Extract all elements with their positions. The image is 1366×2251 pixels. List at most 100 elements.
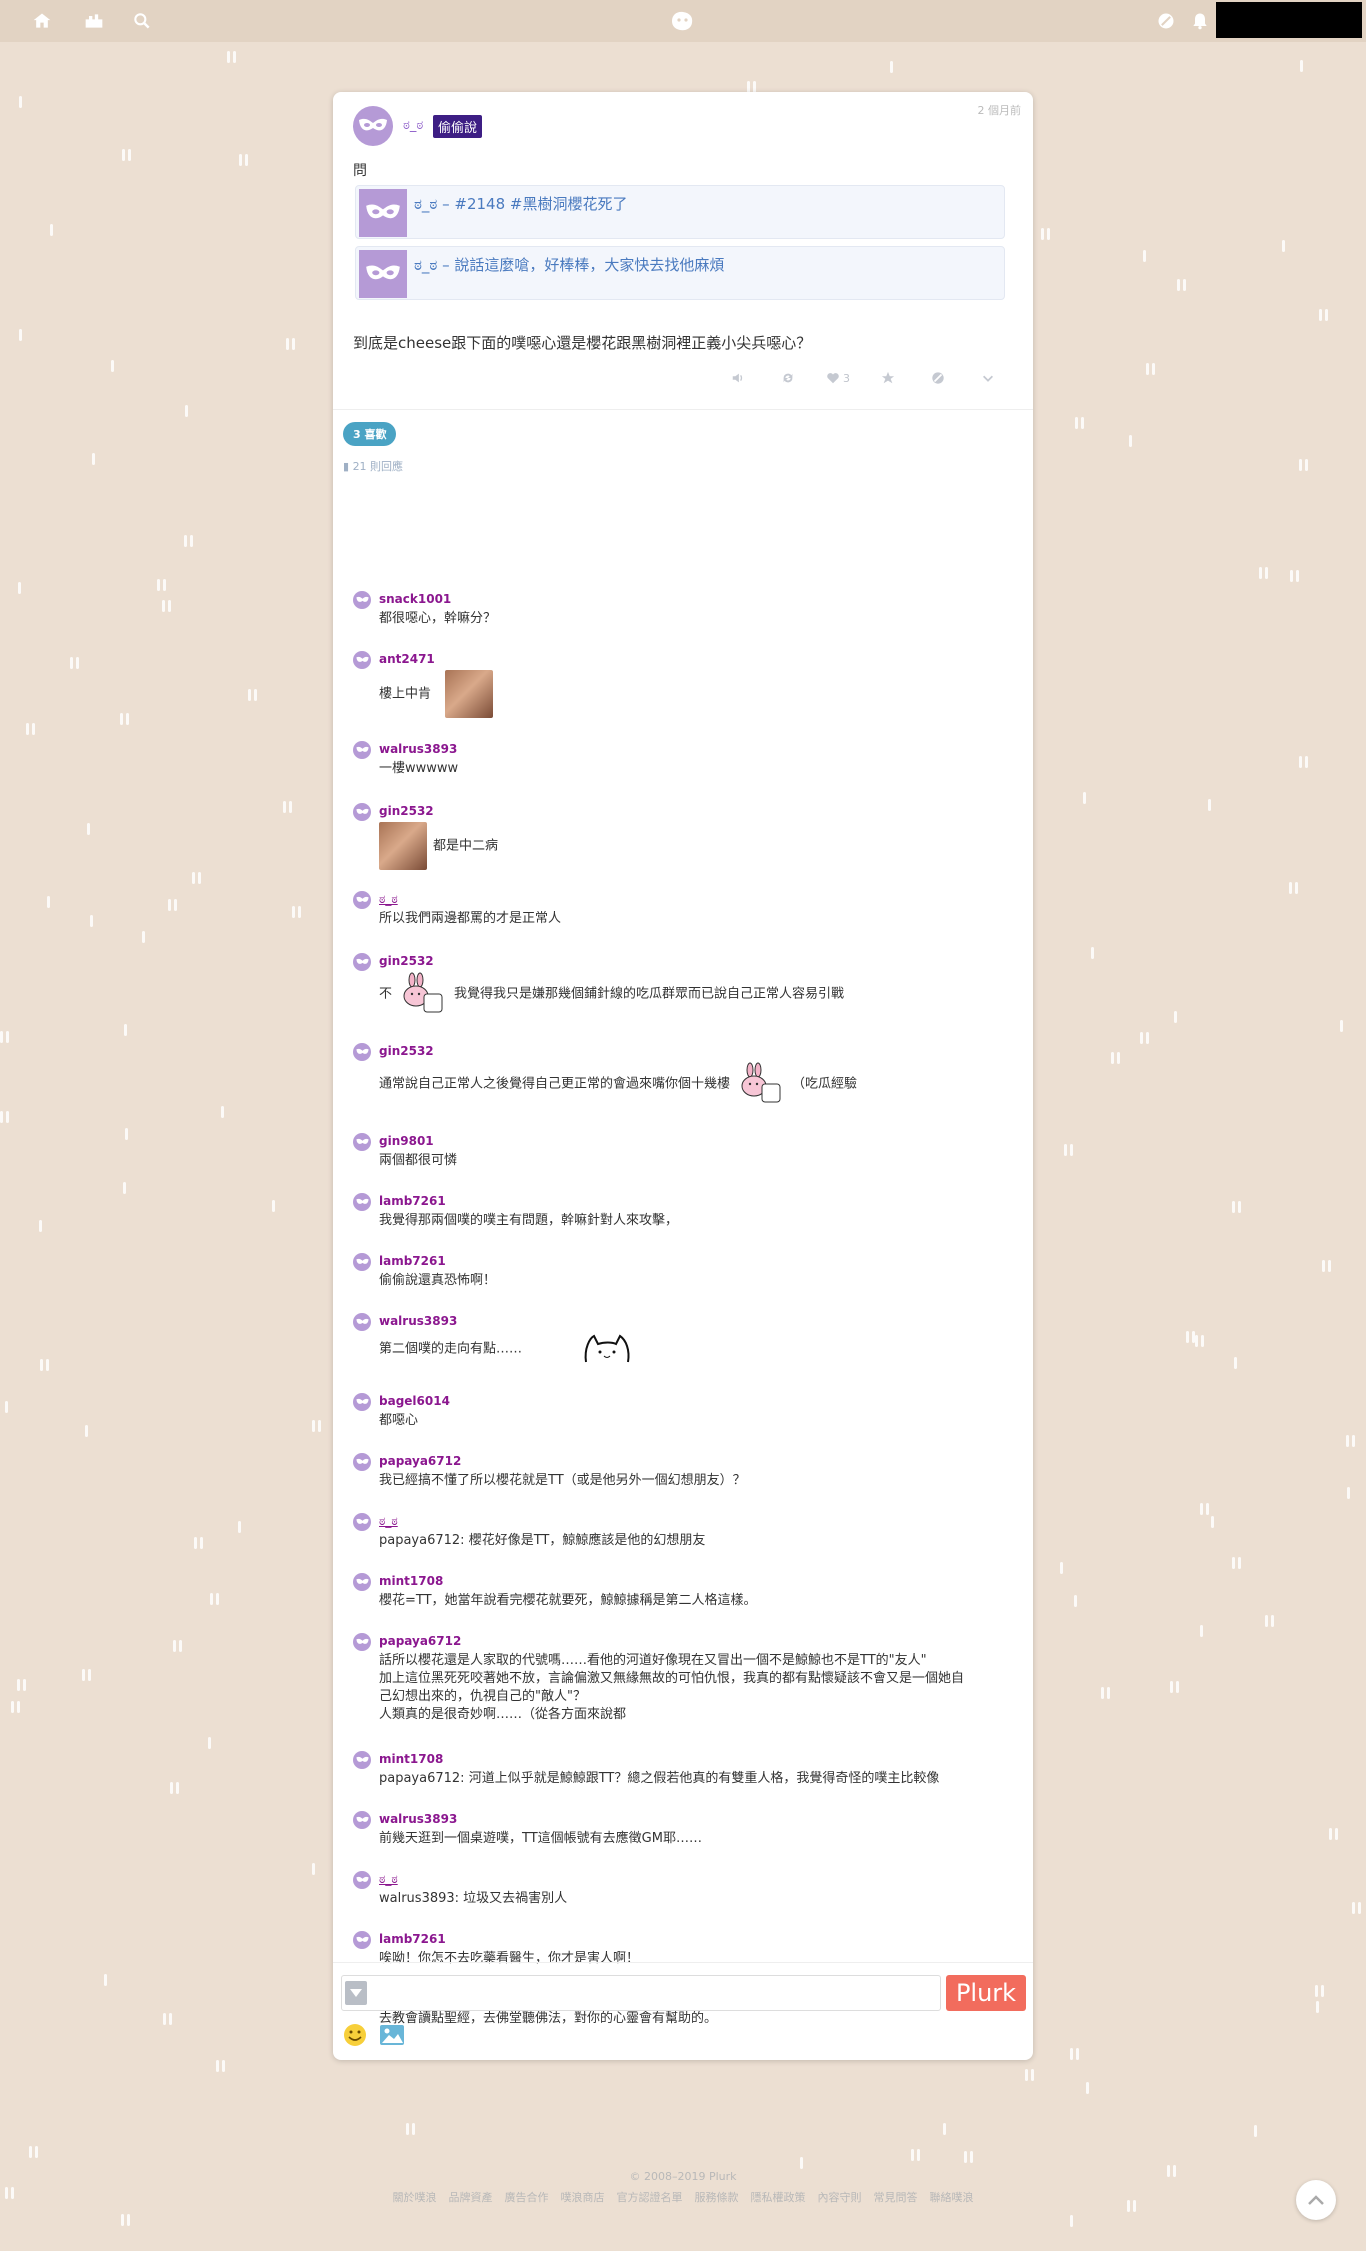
response-author[interactable]: gin9801 <box>379 1134 434 1148</box>
rain-mark <box>1232 1201 1235 1213</box>
more-options-button[interactable] <box>963 368 1013 388</box>
post-author[interactable]: ಠ_ಠ <box>403 118 423 133</box>
search-icon[interactable] <box>130 9 154 33</box>
avatar[interactable] <box>353 1453 371 1471</box>
response-author[interactable]: ಠ_ಠ <box>379 1872 398 1887</box>
avatar[interactable] <box>353 1393 371 1411</box>
response-author[interactable]: walrus3893 <box>379 1812 457 1826</box>
avatar[interactable] <box>353 106 393 146</box>
footer-link[interactable]: 關於噗浪 <box>393 2191 437 2204</box>
avatar[interactable] <box>353 891 371 909</box>
footer-link[interactable]: 服務條款 <box>695 2191 739 2204</box>
notification-icon[interactable] <box>1188 9 1212 33</box>
response-author[interactable]: lamb7261 <box>379 1254 446 1268</box>
plurk-submit-button[interactable]: Plurk <box>946 1975 1026 2011</box>
response-author[interactable]: mint1708 <box>379 1752 443 1766</box>
rain-mark <box>82 1669 85 1681</box>
qualifier-dropdown[interactable] <box>345 1981 367 2005</box>
avatar[interactable] <box>353 953 371 971</box>
footer-link[interactable]: 常見問答 <box>874 2191 918 2204</box>
avatar[interactable] <box>353 1253 371 1271</box>
quoted-plurk-text[interactable]: ಠ_ಠ – #2148 #黑樹洞櫻花死了 <box>414 193 628 214</box>
user-account-area[interactable] <box>1216 2 1362 38</box>
bunny-sticker[interactable] <box>398 972 448 1013</box>
settings-icon[interactable] <box>1154 9 1178 33</box>
footer-link[interactable]: 廣告合作 <box>505 2191 549 2204</box>
like-button[interactable]: 3 <box>813 368 863 388</box>
response-author[interactable]: walrus3893 <box>379 1314 457 1328</box>
footer-link[interactable]: 品牌資產 <box>449 2191 493 2204</box>
response-text-content: 一樓wwwww <box>379 761 459 776</box>
response-author[interactable]: lamb7261 <box>379 1194 446 1208</box>
block-button[interactable] <box>913 368 963 388</box>
emoticon-icon[interactable] <box>343 2023 367 2047</box>
avatar[interactable] <box>353 1513 371 1531</box>
response-author[interactable]: mint1708 <box>379 1574 443 1588</box>
logo-icon[interactable] <box>666 5 698 37</box>
sticker-image[interactable] <box>379 822 427 870</box>
rain-mark <box>1299 756 1302 768</box>
footer-link[interactable]: 隱私權政策 <box>751 2191 806 2204</box>
post-time[interactable]: 2 個月前 <box>978 102 1022 118</box>
footer-link[interactable]: 官方認證名單 <box>617 2191 683 2204</box>
cat-sticker[interactable] <box>582 1334 632 1363</box>
replurk-button[interactable] <box>763 368 813 388</box>
rain-mark <box>6 1111 9 1123</box>
response-author[interactable]: ಠ_ಠ <box>379 892 398 907</box>
avatar[interactable] <box>353 1313 371 1331</box>
timeline-icon[interactable] <box>82 9 106 33</box>
rain-mark <box>168 899 171 911</box>
response-input[interactable] <box>341 1975 941 2011</box>
rain-mark <box>208 1737 211 1749</box>
home-icon[interactable] <box>30 9 54 33</box>
response-author[interactable]: gin2532 <box>379 954 434 968</box>
response-author[interactable]: ant2471 <box>379 652 435 666</box>
response-author[interactable]: bagel6014 <box>379 1394 450 1408</box>
avatar[interactable] <box>353 651 371 669</box>
response-author[interactable]: gin2532 <box>379 804 434 818</box>
quoted-plurk[interactable]: ಠ_ಠ – 說話這麼嗆，好棒棒，大家快去找他麻煩 <box>355 246 1005 300</box>
likes-badge[interactable]: 3 喜歡 <box>343 422 397 446</box>
avatar[interactable] <box>353 1133 371 1151</box>
bunny-sticker[interactable] <box>736 1062 786 1103</box>
rain-mark <box>1201 1335 1204 1347</box>
avatar[interactable] <box>353 1751 371 1769</box>
rain-mark <box>1208 799 1211 811</box>
sticker-image[interactable] <box>445 670 494 718</box>
avatar[interactable] <box>353 1193 371 1211</box>
avatar[interactable] <box>353 741 371 759</box>
avatar[interactable] <box>353 1633 371 1651</box>
response-author[interactable]: gin2532 <box>379 1044 434 1058</box>
response-author[interactable]: walrus3893 <box>379 742 457 756</box>
avatar[interactable] <box>353 1573 371 1591</box>
footer-link[interactable]: 內容守則 <box>818 2191 862 2204</box>
rain-mark <box>298 906 301 918</box>
avatar[interactable] <box>353 1871 371 1889</box>
response-author[interactable]: papaya6712 <box>379 1454 461 1468</box>
response-author[interactable]: ಠ_ಠ <box>379 1514 398 1529</box>
response-author[interactable]: lamb7261 <box>379 1932 446 1946</box>
avatar[interactable] <box>353 1931 371 1949</box>
quoted-plurk[interactable]: ಠ_ಠ – #2148 #黑樹洞櫻花死了 <box>355 185 1005 239</box>
rain-mark <box>1031 2069 1034 2081</box>
avatar[interactable] <box>353 1043 371 1061</box>
footer-link[interactable]: 噗浪商店 <box>561 2191 605 2204</box>
rain-mark <box>964 2151 967 2163</box>
rain-mark <box>1234 1357 1237 1369</box>
response-text-part: （吃瓜經驗 <box>792 1076 858 1092</box>
quoted-plurk-text[interactable]: ಠ_ಠ – 說話這麼嗆，好棒棒，大家快去找他麻煩 <box>414 254 724 275</box>
mute-button[interactable] <box>713 368 763 388</box>
rain-mark <box>1091 947 1094 959</box>
response-author[interactable]: snack1001 <box>379 592 451 606</box>
back-to-top-button[interactable] <box>1296 2180 1336 2220</box>
avatar[interactable] <box>353 803 371 821</box>
avatar[interactable] <box>353 1811 371 1829</box>
response-text-content: papaya6712: 河道上似乎就是鯨鯨跟TT？總之假若他真的有雙重人格，我覺… <box>379 1771 940 1786</box>
response-text-line: 己幻想出來的，仇視自己的"敵人"？ <box>379 1689 586 1704</box>
favorite-button[interactable] <box>863 368 913 388</box>
image-upload-icon[interactable] <box>379 2023 405 2047</box>
footer-link[interactable]: 聯絡噗浪 <box>930 2191 974 2204</box>
rain-mark <box>406 2123 409 2135</box>
avatar[interactable] <box>353 591 371 609</box>
response-author[interactable]: papaya6712 <box>379 1634 461 1648</box>
